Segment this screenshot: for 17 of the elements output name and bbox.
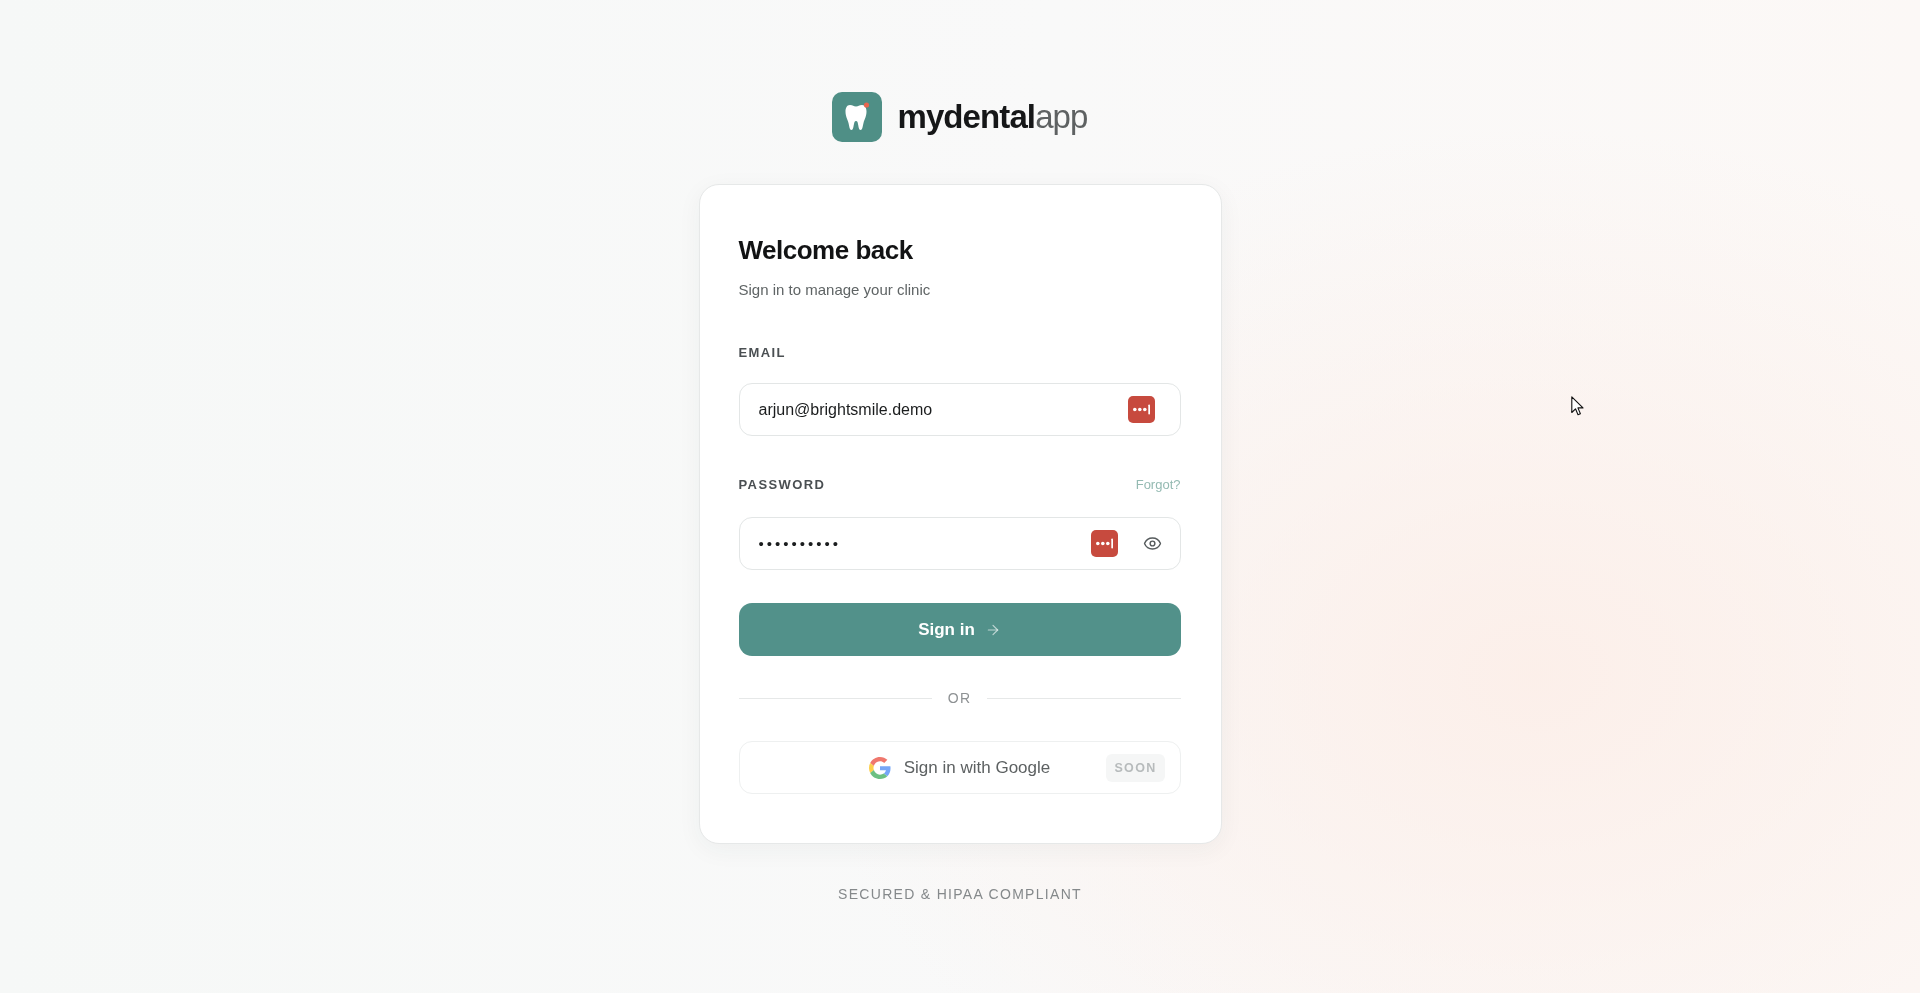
divider-text: OR: [947, 690, 972, 706]
field-label: PASSWORD: [738, 476, 826, 492]
ellipsis-tile-icon[interactable]: [1127, 396, 1155, 423]
card-title: Welcome back: [738, 235, 914, 265]
eye-icon[interactable]: [1142, 534, 1162, 553]
card-subtitle: Sign in to manage your clinic: [738, 281, 932, 299]
footer-note: SECURED & HIPAA COMPLIANT: [838, 886, 1082, 902]
password-field[interactable]: ••••••••••: [738, 517, 1181, 570]
brand-name: mydentalapp: [897, 98, 1088, 136]
field-label: EMAIL: [738, 344, 786, 360]
email-field[interactable]: arjun@brightsmile.demo: [738, 383, 1181, 436]
google-g-icon: [868, 756, 891, 779]
soon-badge: SOON: [1106, 753, 1165, 782]
ellipsis-tile-icon[interactable]: [1090, 530, 1118, 557]
mouse-pointer-icon: [1571, 396, 1584, 416]
sign-in-button[interactable]: Sign in: [738, 603, 1181, 656]
tooth-logo-icon: [832, 92, 883, 142]
